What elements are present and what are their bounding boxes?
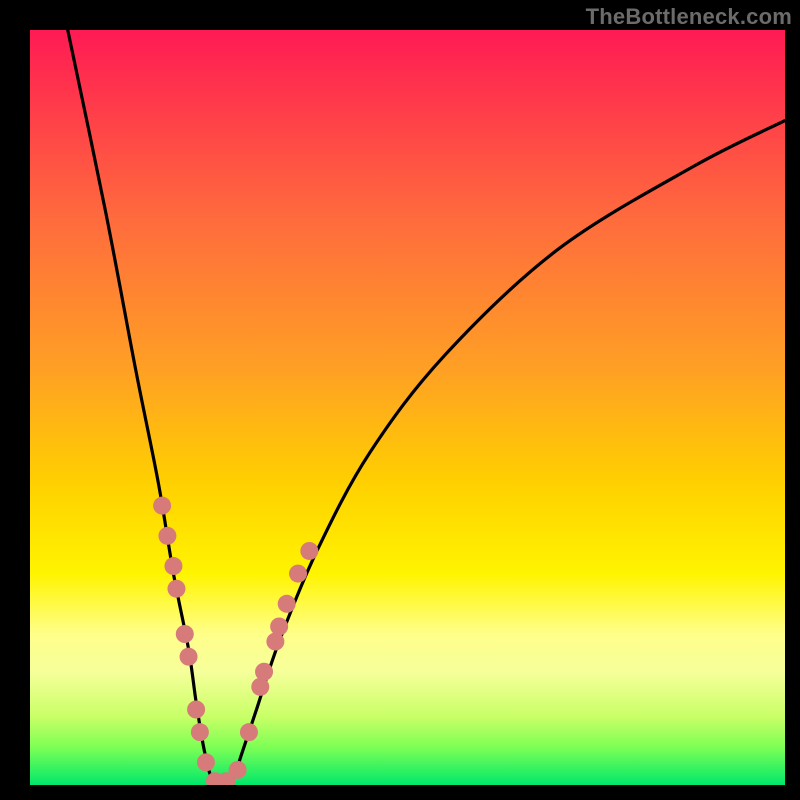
highlight-dot: [300, 542, 318, 560]
highlight-dot: [270, 617, 288, 635]
highlight-dot: [255, 663, 273, 681]
highlight-dot: [197, 753, 215, 771]
highlight-dot: [229, 761, 247, 779]
highlight-dots: [153, 497, 318, 785]
highlight-dot: [289, 565, 307, 583]
highlight-dot: [251, 678, 269, 696]
chart-frame: TheBottleneck.com: [0, 0, 800, 800]
plot-area: [30, 30, 785, 785]
curve-svg: [30, 30, 785, 785]
highlight-dot: [266, 633, 284, 651]
watermark-text: TheBottleneck.com: [586, 4, 792, 30]
highlight-dot: [176, 625, 194, 643]
highlight-dot: [191, 723, 209, 741]
highlight-dot: [167, 580, 185, 598]
highlight-dot: [158, 527, 176, 545]
highlight-dot: [164, 557, 182, 575]
highlight-dot: [180, 648, 198, 666]
highlight-dot: [240, 723, 258, 741]
bottleneck-curve: [68, 30, 785, 785]
highlight-dot: [278, 595, 296, 613]
highlight-dot: [187, 701, 205, 719]
highlight-dot: [153, 497, 171, 515]
